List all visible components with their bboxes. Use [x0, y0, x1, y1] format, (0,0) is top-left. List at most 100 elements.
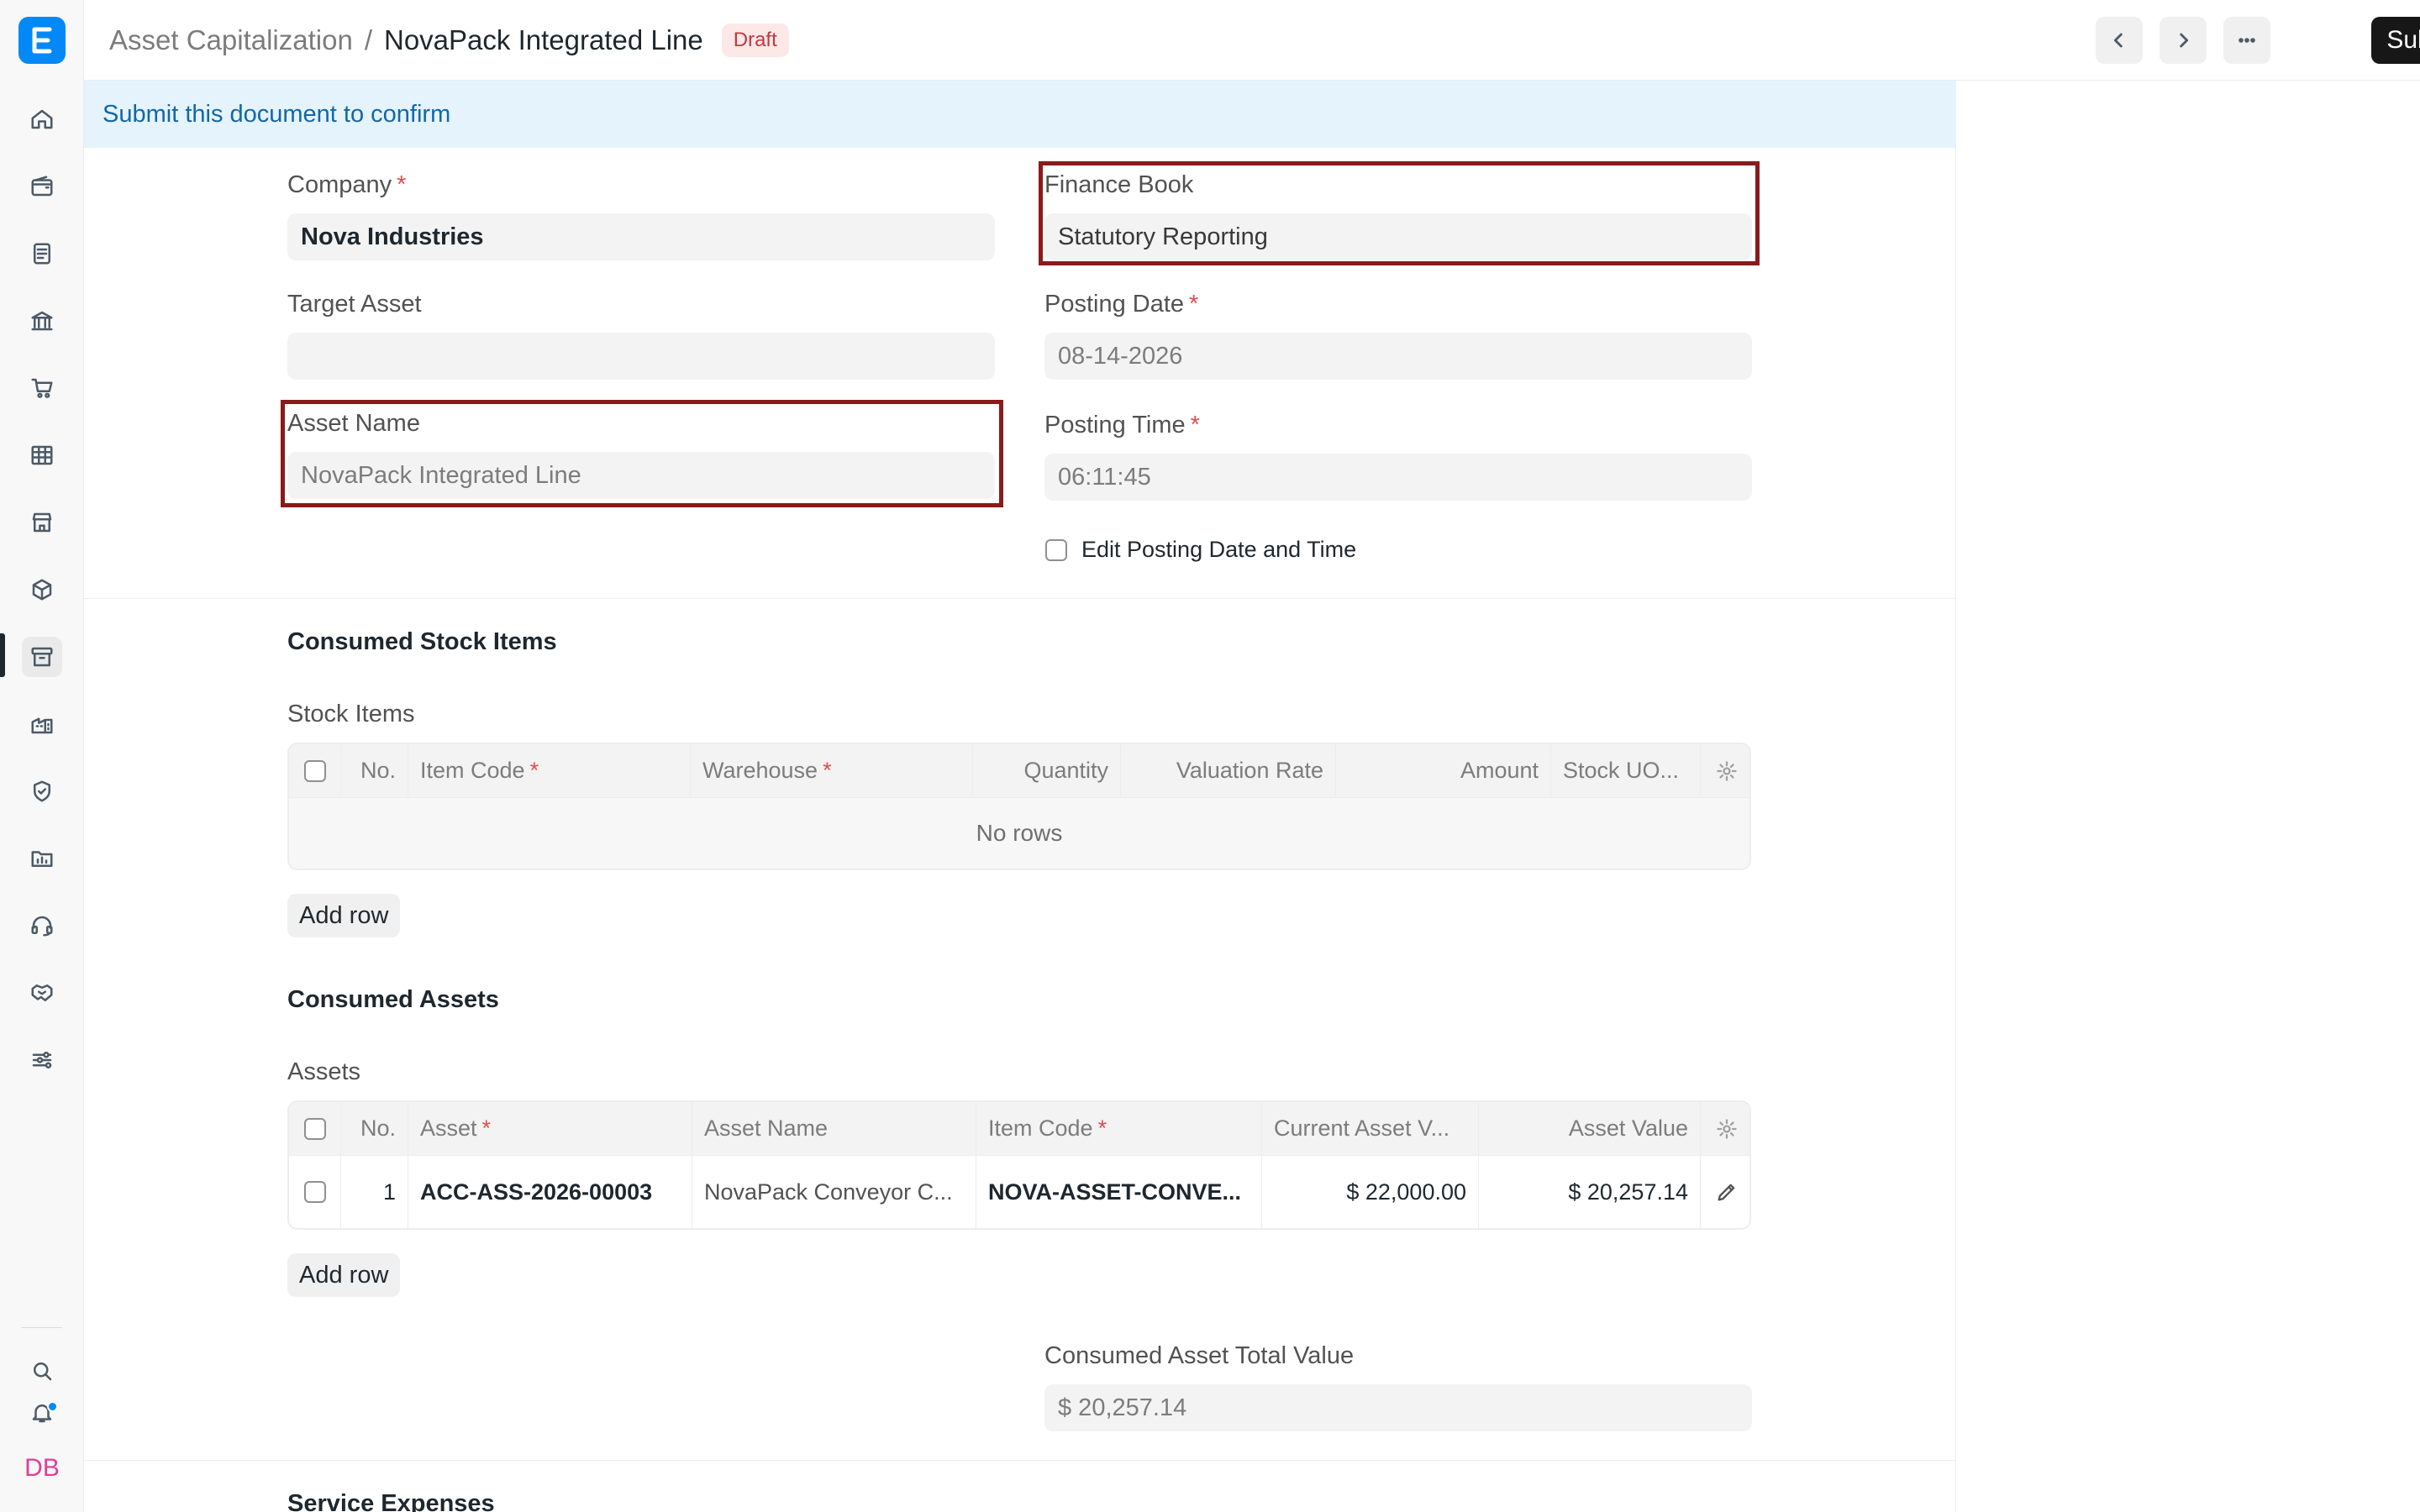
sidebar-item-support[interactable] [22, 906, 62, 946]
table-row[interactable]: 1 ACC-ASS-2026-00003 NovaPack Conveyor C… [289, 1156, 1749, 1228]
column-header: Asset Name [692, 1102, 976, 1155]
sidebar-notifications[interactable] [22, 1393, 62, 1433]
stock-items-table: No. Item Code * Warehouse * Quantity Valua… [287, 743, 1751, 870]
column-header: Stock UO... [1551, 744, 1701, 797]
sidebar-item-home[interactable] [22, 99, 62, 139]
column-header: Valuation Rate [1121, 744, 1336, 797]
add-asset-row-button[interactable]: Add row [287, 1253, 401, 1297]
edit-posting-checkbox[interactable] [1045, 539, 1067, 561]
cart-icon [31, 378, 53, 398]
breadcrumb-parent-link[interactable]: Asset Capitalization [109, 24, 353, 56]
posting-time-field[interactable]: 06:11:45 [1044, 454, 1752, 501]
sidebar-item-banking[interactable] [22, 301, 62, 341]
current-asset-value-cell[interactable]: $ 22,000.00 [1262, 1156, 1479, 1228]
asset-name-field[interactable]: NovaPack Integrated Line [287, 452, 995, 499]
stock-items-header: No. Item Code * Warehouse * Quantity Valua… [289, 744, 1749, 798]
row-number: 1 [341, 1156, 408, 1228]
select-all-checkbox[interactable] [303, 759, 326, 782]
sidebar-item-stock[interactable] [22, 570, 62, 610]
column-settings-button[interactable] [1701, 1102, 1749, 1155]
archive-icon [31, 647, 53, 667]
select-all-cell [289, 1102, 341, 1155]
handshake-icon [31, 984, 53, 1001]
target-asset-label: Target Asset [287, 291, 422, 318]
finance-book-field[interactable]: Statutory Reporting [1044, 213, 1752, 260]
user-avatar[interactable]: DB [18, 1450, 66, 1487]
posting-date-field[interactable]: 08-14-2026 [1044, 333, 1752, 380]
search-icon [34, 1362, 52, 1381]
sidebar-item-projects[interactable] [22, 838, 62, 879]
company-field[interactable]: Nova Industries [287, 213, 995, 260]
column-header: Asset Value [1479, 1102, 1701, 1155]
select-all-checkbox[interactable] [303, 1117, 326, 1140]
document-icon [34, 243, 50, 265]
sidebar-item-accounting[interactable] [22, 166, 62, 207]
asset-value-cell[interactable]: $ 20,257.14 [1479, 1156, 1701, 1228]
app-logo[interactable] [18, 17, 66, 64]
assets-table-header: No. Asset * Asset Name Item Code * Current… [289, 1102, 1749, 1156]
select-all-cell [289, 744, 341, 797]
row-checkbox[interactable] [303, 1181, 326, 1203]
edit-posting-label[interactable]: Edit Posting Date and Time [1081, 537, 1356, 563]
sidebar-item-documents[interactable] [22, 234, 62, 274]
sidebar-item-manufacturing[interactable] [22, 704, 62, 744]
stock-items-label: Stock Items [287, 701, 415, 727]
app-logo-icon [32, 27, 52, 54]
sidebar-item-assets[interactable] [22, 637, 62, 677]
column-header: Warehouse * [691, 744, 973, 797]
submit-button[interactable]: Submit [2371, 17, 2420, 64]
status-badge: Draft [721, 24, 789, 57]
column-header: Asset * [408, 1102, 692, 1155]
asset-name-label: Asset Name [287, 410, 420, 437]
add-stock-row-button[interactable]: Add row [287, 894, 401, 937]
more-actions-button[interactable] [2223, 17, 2270, 64]
sliders-icon [32, 1052, 52, 1068]
previous-button[interactable] [2096, 17, 2143, 64]
gear-icon [1717, 1118, 1737, 1139]
column-header: Item Code * [976, 1102, 1262, 1155]
column-header: Item Code * [408, 744, 691, 797]
assets-table-label: Assets [287, 1058, 361, 1085]
sidebar-search[interactable] [22, 1351, 62, 1391]
assets-table: No. Asset * Asset Name Item Code * Current… [287, 1100, 1751, 1230]
consumed-asset-total-field: $ 20,257.14 [1044, 1384, 1752, 1431]
sidebar-item-table[interactable] [22, 435, 62, 475]
sidebar: DB [0, 0, 84, 1512]
breadcrumb: Asset Capitalization / NovaPack Integrat… [109, 24, 789, 57]
sidebar-item-settings[interactable] [22, 1040, 62, 1080]
sidebar-item-store[interactable] [22, 502, 62, 543]
wallet-icon [31, 176, 53, 197]
service-expenses-section-title[interactable]: Service Expenses [287, 1490, 495, 1512]
column-header: Amount [1336, 744, 1551, 797]
consumed-stock-section-title[interactable]: Consumed Stock Items [287, 628, 557, 656]
sidebar-item-crm[interactable] [22, 973, 62, 1013]
column-header: Quantity [973, 744, 1121, 797]
pencil-icon [1718, 1184, 1735, 1201]
column-settings-button[interactable] [1701, 744, 1749, 797]
next-button[interactable] [2160, 17, 2207, 64]
bank-icon [31, 311, 53, 331]
section-divider [84, 1460, 1956, 1461]
box-icon [32, 579, 52, 601]
company-label: Company * [287, 171, 407, 198]
shield-icon [34, 780, 50, 802]
asset-cell[interactable]: ACC-ASS-2026-00003 [408, 1156, 692, 1228]
edit-row-button[interactable] [1701, 1156, 1749, 1228]
more-horizontal-icon [2238, 38, 2255, 43]
asset-name-cell[interactable]: NovaPack Conveyor C... [692, 1156, 976, 1228]
active-indicator [0, 633, 5, 677]
column-header: No. [341, 1102, 408, 1155]
sidebar-item-quality[interactable] [22, 771, 62, 811]
consumed-assets-section-title[interactable]: Consumed Assets [287, 986, 499, 1014]
finance-book-label: Finance Book [1044, 171, 1194, 198]
item-code-cell[interactable]: NOVA-ASSET-CONVE... [976, 1156, 1262, 1228]
submit-banner: Submit this document to confirm [84, 81, 1956, 148]
sidebar-item-buying[interactable] [22, 368, 62, 408]
target-asset-field[interactable] [287, 333, 995, 380]
chevron-left-icon [2113, 33, 2123, 48]
sidebar-divider [22, 1327, 62, 1328]
home-icon [31, 109, 53, 129]
column-header: No. [341, 744, 408, 797]
notification-dot [47, 1401, 58, 1412]
posting-date-label: Posting Date * [1044, 291, 1199, 318]
